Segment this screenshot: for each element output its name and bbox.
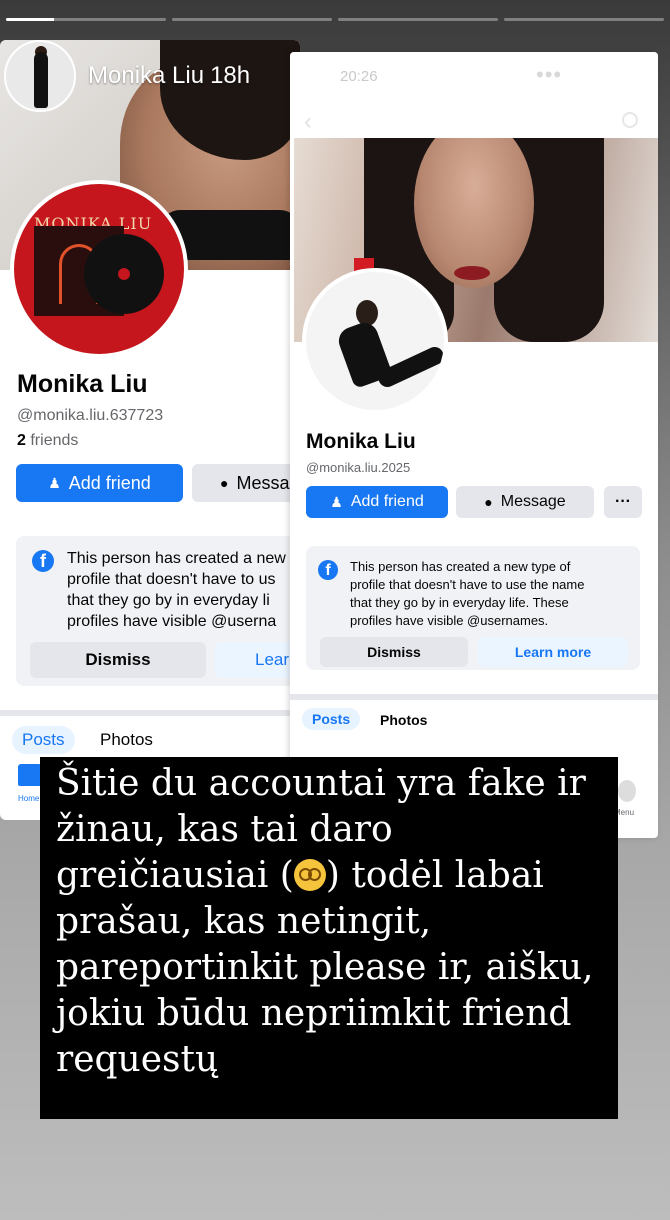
add-friend-button[interactable]: ♟ Add friend — [306, 486, 448, 518]
caption-line: prašau, kas netingit, — [56, 901, 432, 942]
story-avatar[interactable] — [4, 40, 76, 112]
search-icon[interactable] — [622, 112, 638, 128]
story-time: 18h — [210, 62, 251, 89]
caption-line: pareportinkit please ir, aišku, — [56, 947, 594, 988]
story-caption: Šitie du accountai yra fake ir žinau, ka… — [40, 757, 618, 1119]
divider — [290, 694, 658, 700]
profile-name: Monika Liu — [306, 430, 416, 453]
notice-text: This person has created a new type of pr… — [350, 559, 585, 628]
add-friend-button[interactable]: ♟ Add friend — [16, 464, 183, 502]
progress-segment — [6, 18, 166, 21]
profile-handle: @monika.liu.637723 — [17, 407, 164, 424]
progress-segment — [338, 18, 498, 21]
facebook-icon: f — [318, 560, 338, 580]
profile-handle: @monika.liu.2025 — [306, 460, 411, 475]
divider — [0, 710, 300, 716]
progress-segment — [172, 18, 332, 21]
status-bar: 20:26 ••• — [290, 52, 658, 96]
dizzy-face-emoji-icon — [293, 859, 326, 891]
caption-line: jokiu būdu nepriimkit friend — [56, 993, 572, 1034]
tab-posts[interactable]: Posts — [302, 708, 361, 730]
message-button[interactable]: ● Messa — [192, 464, 300, 502]
progress-segment — [504, 18, 664, 21]
home-label: Home — [18, 794, 40, 803]
profile-picture-album: MONIKA LIU — [10, 180, 188, 358]
home-icon[interactable] — [18, 764, 42, 786]
message-button[interactable]: ● Message — [456, 486, 594, 518]
back-icon[interactable]: ‹ — [304, 108, 312, 136]
friends-count: 2 friends — [17, 432, 79, 449]
story-progress — [6, 18, 664, 21]
profile-name: Monika Liu — [17, 370, 148, 398]
learn-more-button[interactable]: Learn more — [478, 637, 628, 667]
dismiss-button[interactable]: Dismiss — [320, 637, 468, 667]
caption-line: requestų — [56, 1039, 219, 1080]
menu-icon[interactable] — [618, 780, 636, 802]
status-time: 20:26 — [340, 68, 378, 85]
story-username[interactable]: Monika Liu — [88, 62, 204, 90]
notice-text: This person has created a new profile th… — [67, 550, 286, 630]
facebook-icon: f — [32, 550, 54, 572]
dismiss-button[interactable]: Dismiss — [30, 642, 206, 678]
tab-posts[interactable]: Posts — [12, 726, 75, 754]
profile-picture[interactable] — [302, 268, 448, 414]
add-person-icon: ♟ — [330, 493, 343, 510]
close-icon[interactable] — [612, 58, 652, 98]
learn-more-button[interactable]: Lear — [215, 642, 300, 678]
more-options-button[interactable]: ··· — [604, 486, 642, 518]
signal-icon: ••• — [536, 62, 563, 87]
add-person-icon: ♟ — [48, 474, 61, 491]
story-header: Monika Liu 18h — [4, 40, 250, 112]
caption-line: žinau, kas tai daro — [56, 809, 393, 850]
left-profile-screenshot: MONIKA LIU Monika Liu @monika.liu.637723… — [0, 40, 300, 820]
vinyl-icon — [84, 234, 164, 314]
tab-photos[interactable]: Photos — [100, 730, 153, 750]
tab-photos[interactable]: Photos — [380, 712, 427, 728]
right-profile-screenshot: 20:26 ••• ‹ Monika Liu @monika.liu.2025 … — [290, 52, 658, 838]
messenger-icon: ● — [484, 494, 493, 510]
caption-line: greičiausiai () todėl labai — [56, 855, 544, 896]
caption-line: Šitie du accountai yra fake ir — [56, 763, 586, 804]
messenger-icon: ● — [220, 475, 229, 491]
nav-bar — [290, 96, 658, 138]
